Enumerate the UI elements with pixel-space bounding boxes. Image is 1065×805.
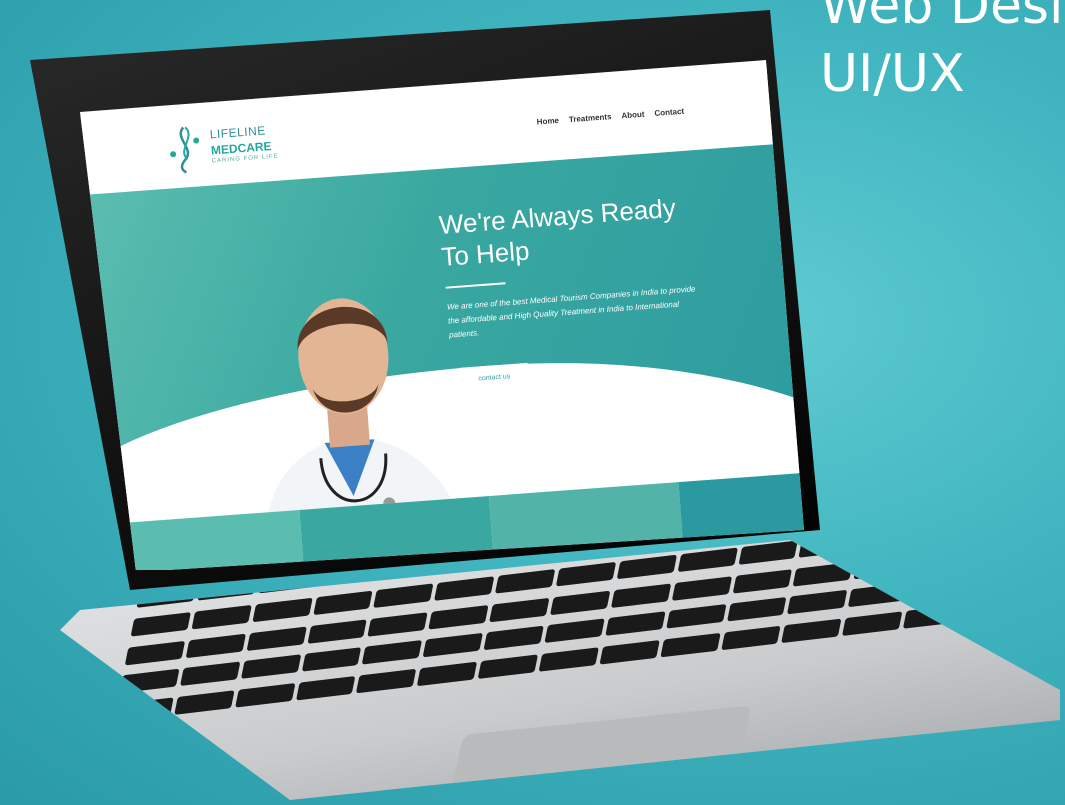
key: [367, 611, 429, 637]
key: [914, 547, 975, 572]
key: [848, 582, 909, 608]
key: [660, 633, 721, 658]
key: [616, 554, 677, 580]
key: [489, 597, 550, 622]
key: [356, 668, 417, 694]
key: [544, 618, 605, 644]
key: [434, 576, 495, 601]
key: [859, 540, 920, 551]
key: [665, 604, 727, 630]
nav-bar: Home Treatments About Contact: [536, 107, 684, 127]
key: [787, 590, 848, 615]
corner-title-line1: Web Desi: [820, 0, 1064, 36]
key: [113, 697, 174, 723]
hero-subtitle: We are one of the best Medical Tourism C…: [446, 284, 696, 340]
key: [362, 640, 423, 665]
key: [495, 568, 556, 594]
key: [483, 626, 544, 651]
key: [555, 561, 617, 587]
key: [671, 575, 732, 601]
key: [130, 611, 191, 637]
hero-title: We're Always Ready To Help: [437, 192, 677, 272]
key: [599, 640, 660, 665]
key: [793, 561, 854, 587]
key: [726, 597, 787, 622]
key: [185, 633, 246, 658]
key: [252, 597, 313, 623]
key: [853, 554, 915, 579]
key: [422, 633, 484, 658]
nav-contact[interactable]: Contact: [654, 107, 684, 118]
key: [234, 683, 295, 708]
key: [119, 669, 180, 694]
nav-about[interactable]: About: [621, 110, 645, 121]
key: [865, 497, 925, 522]
key: [732, 568, 793, 594]
trackpad: [448, 705, 752, 800]
key: [174, 690, 235, 716]
corner-title: Web Desi UI/UX: [820, 0, 1065, 108]
key: [307, 618, 368, 644]
key: [610, 583, 672, 608]
key: [605, 611, 666, 637]
laptop-lid: LIFELINE MEDCARE CARING FOR LIFE Home Tr…: [30, 10, 820, 590]
key: [798, 540, 860, 558]
nav-treatments[interactable]: Treatments: [569, 112, 612, 124]
website: LIFELINE MEDCARE CARING FOR LIFE Home Tr…: [80, 60, 804, 570]
key: [301, 647, 362, 673]
key: [417, 661, 478, 687]
key: [738, 540, 799, 565]
key: [246, 626, 307, 651]
key: [240, 654, 301, 680]
nav-home[interactable]: Home: [536, 116, 559, 127]
band-2: [299, 496, 494, 570]
key: [124, 640, 186, 666]
key: [677, 547, 738, 572]
key: [312, 590, 374, 615]
key: [920, 540, 981, 544]
key: [179, 661, 241, 687]
band-3: [489, 482, 683, 556]
key: [903, 604, 964, 629]
key: [477, 654, 539, 680]
contact-us-button[interactable]: contact us: [459, 362, 530, 392]
corner-title-line2: UI/UX: [820, 44, 965, 104]
key: [428, 604, 489, 630]
key: [191, 604, 252, 630]
hero-section: We're Always Ready To Help We are one of…: [85, 139, 804, 524]
key: [720, 625, 781, 651]
key: [908, 575, 970, 601]
key: [538, 647, 599, 672]
key: [295, 676, 356, 701]
key: [781, 618, 842, 644]
key: [926, 490, 986, 515]
logo-line1: LIFELINE: [209, 123, 267, 142]
key: [842, 611, 903, 637]
dna-logo-icon: [170, 126, 200, 174]
key: [550, 590, 611, 615]
laptop-screen: LIFELINE MEDCARE CARING FOR LIFE Home Tr…: [80, 60, 804, 570]
key: [373, 583, 434, 608]
